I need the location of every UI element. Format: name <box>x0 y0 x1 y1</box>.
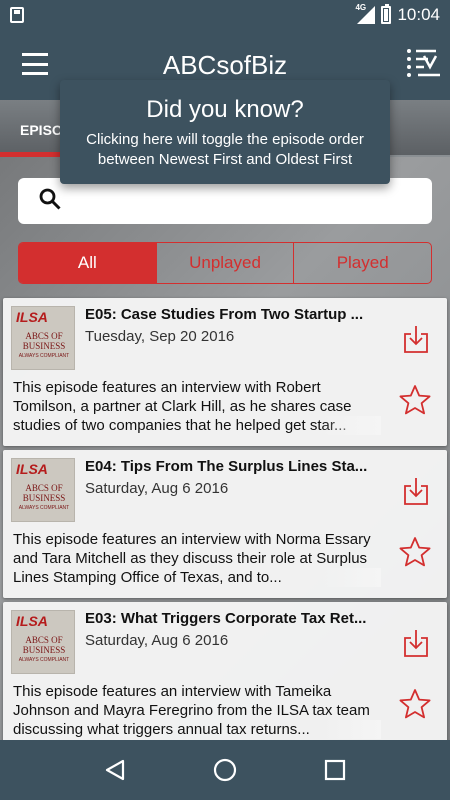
episode-title: E05: Case Studies From Two Startup ... <box>85 306 364 323</box>
favorite-star-icon[interactable] <box>399 384 431 416</box>
artwork-brand: ILSA <box>16 461 48 477</box>
favorite-star-icon[interactable] <box>399 688 431 720</box>
sd-card-icon <box>10 7 24 23</box>
artwork-title: ABCS OF BUSINESS <box>22 331 66 351</box>
artwork-subtitle: ALWAYS COMPLIANT <box>18 353 70 359</box>
artwork-title: ABCS OF BUSINESS <box>22 483 66 503</box>
artwork-brand: ILSA <box>16 309 48 325</box>
episode-card[interactable]: ILSA ABCS OF BUSINESS ALWAYS COMPLIANT E… <box>3 602 447 750</box>
system-nav-bar <box>0 740 450 800</box>
network-type: 4G <box>355 3 367 12</box>
tooltip-title: Did you know? <box>146 96 304 123</box>
episode-date: Saturday, Aug 6 2016 <box>85 632 229 649</box>
artwork-brand: ILSA <box>16 613 48 629</box>
filter-tab-unplayed[interactable]: Unplayed <box>155 243 294 283</box>
episode-description: This episode features an interview with … <box>13 682 381 739</box>
episode-date: Tuesday, Sep 20 2016 <box>85 328 235 345</box>
episode-date: Saturday, Aug 6 2016 <box>85 480 229 497</box>
episode-card[interactable]: ILSA ABCS OF BUSINESS ALWAYS COMPLIANT E… <box>3 450 447 598</box>
sort-order-icon[interactable] <box>406 47 442 79</box>
search-bar[interactable] <box>18 178 432 224</box>
episode-card[interactable]: ILSA ABCS OF BUSINESS ALWAYS COMPLIANT E… <box>3 298 447 446</box>
episodes-tab-label[interactable]: EPISO <box>20 122 63 138</box>
search-icon <box>38 187 62 216</box>
episode-description: This episode features an interview with … <box>13 530 381 587</box>
episode-description: This episode features an interview with … <box>13 378 381 435</box>
clock: 10:04 <box>397 5 440 24</box>
download-icon[interactable] <box>403 628 429 658</box>
podcast-artwork: ILSA ABCS OF BUSINESS ALWAYS COMPLIANT <box>11 610 75 674</box>
episode-title: E03: What Triggers Corporate Tax Ret... <box>85 610 367 627</box>
artwork-title: ABCS OF BUSINESS <box>22 635 66 655</box>
tooltip-body: Clicking here will toggle the episode or… <box>86 131 364 168</box>
favorite-star-icon[interactable] <box>399 536 431 568</box>
recents-icon[interactable] <box>320 755 350 785</box>
podcast-artwork: ILSA ABCS OF BUSINESS ALWAYS COMPLIANT <box>11 458 75 522</box>
search-input[interactable] <box>76 186 432 216</box>
status-right: 4G 10:04 <box>355 3 440 25</box>
download-icon[interactable] <box>403 324 429 354</box>
battery-icon <box>381 4 392 24</box>
app-title: ABCsofBiz <box>162 50 288 80</box>
back-icon[interactable] <box>100 755 130 785</box>
status-bar: 4G 10:04 <box>0 0 450 30</box>
artwork-subtitle: ALWAYS COMPLIANT <box>18 505 70 511</box>
podcast-artwork: ILSA ABCS OF BUSINESS ALWAYS COMPLIANT <box>11 306 75 370</box>
did-you-know-tooltip[interactable]: Did you know? Clicking here will toggle … <box>60 80 390 184</box>
filter-tab-all[interactable]: All <box>19 243 156 283</box>
filter-tabs: All Unplayed Played <box>18 242 432 284</box>
download-icon[interactable] <box>403 476 429 506</box>
episode-title: E04: Tips From The Surplus Lines Sta... <box>85 458 368 475</box>
home-icon[interactable] <box>210 755 240 785</box>
signal-icon: 4G <box>355 3 376 24</box>
filter-tab-played[interactable]: Played <box>293 243 431 283</box>
artwork-subtitle: ALWAYS COMPLIANT <box>18 657 70 663</box>
